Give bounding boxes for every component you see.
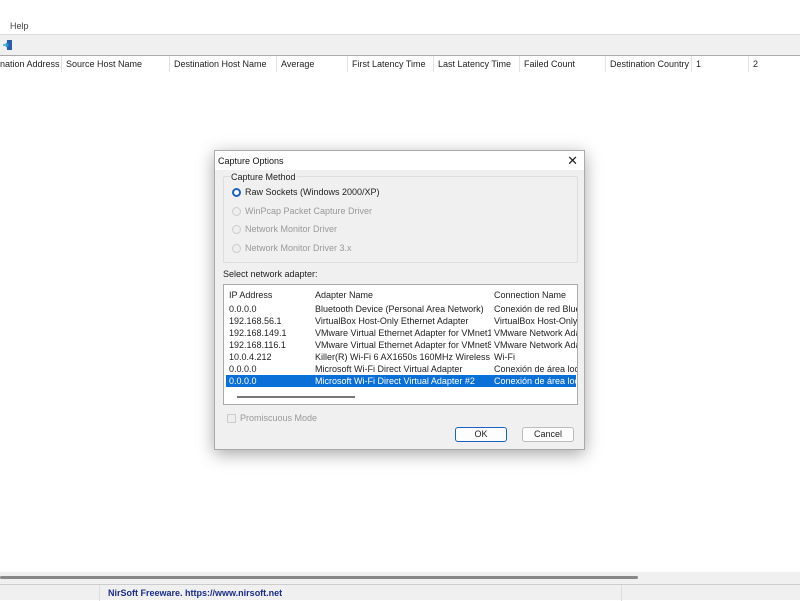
menu-bar: Help <box>0 18 800 34</box>
col-1[interactable]: 1 <box>696 59 701 69</box>
adapter-name-cell: VirtualBox Host-Only Ethernet Adapter <box>315 316 469 326</box>
scrollbar-thumb[interactable] <box>0 576 638 579</box>
column-divider[interactable] <box>347 56 348 72</box>
adapter-label: Select network adapter: <box>223 269 318 279</box>
checkbox-label: Promiscuous Mode <box>240 413 318 423</box>
adapter-name-cell: Killer(R) Wi-Fi 6 AX1650s 160MHz Wireles… <box>315 352 491 362</box>
col-average[interactable]: Average <box>281 59 314 69</box>
list-header: IP Address Adapter Name Connection Name <box>228 289 574 301</box>
capture-method-group: Capture Method Raw Sockets (Windows 2000… <box>223 172 578 263</box>
adapter-name-cell: Microsoft Wi-Fi Direct Virtual Adapter <box>315 364 463 374</box>
status-bar: NirSoft Freeware. https://www.nirsoft.ne… <box>0 584 800 601</box>
exit-icon[interactable] <box>2 39 14 51</box>
connection-name-cell: VirtualBox Host-Only Network <box>494 316 578 326</box>
adapter-row[interactable]: 0.0.0.0 Microsoft Wi-Fi Direct Virtual Ad… <box>228 363 577 375</box>
horizontal-scrollbar[interactable] <box>0 572 800 584</box>
col-destination-host-name[interactable]: Destination Host Name <box>174 59 267 69</box>
menu-help[interactable]: Help <box>10 21 29 31</box>
col-source-host-name[interactable]: Source Host Name <box>66 59 142 69</box>
connection-name-cell: Wi-Fi <box>494 352 515 362</box>
ip-cell: 192.168.149.1 <box>229 328 287 338</box>
adapter-name-cell: Bluetooth Device (Personal Area Network) <box>315 304 484 314</box>
adapter-name-cell: VMware Virtual Ethernet Adapter for VMne… <box>315 340 491 350</box>
column-divider[interactable] <box>276 56 277 72</box>
radio-network-monitor-3[interactable]: Network Monitor Driver 3.x <box>232 243 352 253</box>
group-label: Capture Method <box>230 172 297 182</box>
ip-cell: 192.168.56.1 <box>229 316 282 326</box>
list-scrollbar-thumb[interactable] <box>237 396 355 398</box>
column-divider[interactable] <box>605 56 606 72</box>
col-2[interactable]: 2 <box>753 59 758 69</box>
table-header: nation Address Source Host Name Destinat… <box>0 56 800 72</box>
adapter-row[interactable]: 10.0.4.212 Killer(R) Wi-Fi 6 AX1650s 160M… <box>228 351 574 363</box>
column-divider[interactable] <box>169 56 170 72</box>
radio-raw-sockets[interactable]: Raw Sockets (Windows 2000/XP) <box>232 187 380 197</box>
connection-name-cell: Conexión de red Bluetooth <box>494 304 577 314</box>
col-first-latency[interactable]: First Latency Time <box>352 59 426 69</box>
column-divider[interactable] <box>519 56 520 72</box>
header-adapter-name[interactable]: Adapter Name <box>315 290 373 300</box>
ip-cell: 0.0.0.0 <box>229 364 257 374</box>
column-divider[interactable] <box>748 56 749 72</box>
status-cell <box>0 585 100 601</box>
status-cell <box>100 585 622 601</box>
header-connection-name[interactable]: Connection Name <box>494 290 566 300</box>
radio-label: Network Monitor Driver 3.x <box>245 243 352 253</box>
col-last-latency[interactable]: Last Latency Time <box>438 59 511 69</box>
column-divider[interactable] <box>433 56 434 72</box>
ip-cell: 0.0.0.0 <box>229 304 257 314</box>
col-destination-country[interactable]: Destination Country <box>610 59 689 69</box>
radio-label: WinPcap Packet Capture Driver <box>245 206 373 216</box>
col-destination-address[interactable]: nation Address <box>0 59 60 69</box>
column-divider[interactable] <box>691 56 692 72</box>
dialog-title-bar: Capture Options ✕ <box>215 151 584 170</box>
promiscuous-checkbox[interactable]: Promiscuous Mode <box>227 413 317 423</box>
close-icon[interactable]: ✕ <box>567 153 578 169</box>
radio-dot[interactable] <box>232 187 241 197</box>
cancel-button[interactable]: Cancel <box>522 427 574 442</box>
connection-name-cell: Conexión de área local* <box>494 364 578 374</box>
adapter-row[interactable]: 192.168.116.1 VMware Virtual Ethernet Ada… <box>228 339 577 351</box>
adapter-name-cell: Microsoft Wi-Fi Direct Virtual Adapter #… <box>315 376 475 386</box>
adapter-row[interactable]: 192.168.149.1 VMware Virtual Ethernet Ada… <box>228 327 577 339</box>
connection-name-cell: VMware Network Adapter <box>494 328 577 338</box>
connection-name-cell: VMware Network Adapter <box>494 340 577 350</box>
col-failed-count[interactable]: Failed Count <box>524 59 575 69</box>
ip-cell: 192.168.116.1 <box>229 340 286 350</box>
column-divider[interactable] <box>61 56 62 72</box>
radio-label: Network Monitor Driver <box>245 224 338 234</box>
radio-network-monitor[interactable]: Network Monitor Driver <box>232 224 337 234</box>
radio-dot[interactable] <box>232 243 241 253</box>
dialog-title: Capture Options <box>218 156 284 166</box>
ip-cell: 0.0.0.0 <box>229 376 257 386</box>
radio-dot[interactable] <box>232 224 241 234</box>
ok-button[interactable]: OK <box>455 427 507 442</box>
adapter-row[interactable]: 192.168.56.1 VirtualBox Host-Only Etherne… <box>228 315 577 327</box>
connection-name-cell: Conexión de área local* <box>494 376 578 386</box>
radio-winpcap[interactable]: WinPcap Packet Capture Driver <box>232 206 372 216</box>
capture-options-dialog: Capture Options ✕ Capture Method Raw Soc… <box>214 150 585 450</box>
radio-label: Raw Sockets (Windows 2000/XP) <box>245 187 380 197</box>
checkbox-box[interactable] <box>227 413 236 423</box>
adapter-row[interactable]: 0.0.0.0 Microsoft Wi-Fi Direct Virtual Ad… <box>226 375 578 387</box>
toolbar <box>0 34 800 56</box>
header-ip[interactable]: IP Address <box>229 290 272 300</box>
ip-cell: 10.0.4.212 <box>229 352 272 362</box>
adapter-row[interactable]: 0.0.0.0 Bluetooth Device (Personal Area N… <box>228 303 577 315</box>
radio-dot[interactable] <box>232 206 241 216</box>
adapter-list[interactable]: IP Address Adapter Name Connection Name … <box>223 284 578 405</box>
adapter-name-cell: VMware Virtual Ethernet Adapter for VMne… <box>315 328 491 338</box>
